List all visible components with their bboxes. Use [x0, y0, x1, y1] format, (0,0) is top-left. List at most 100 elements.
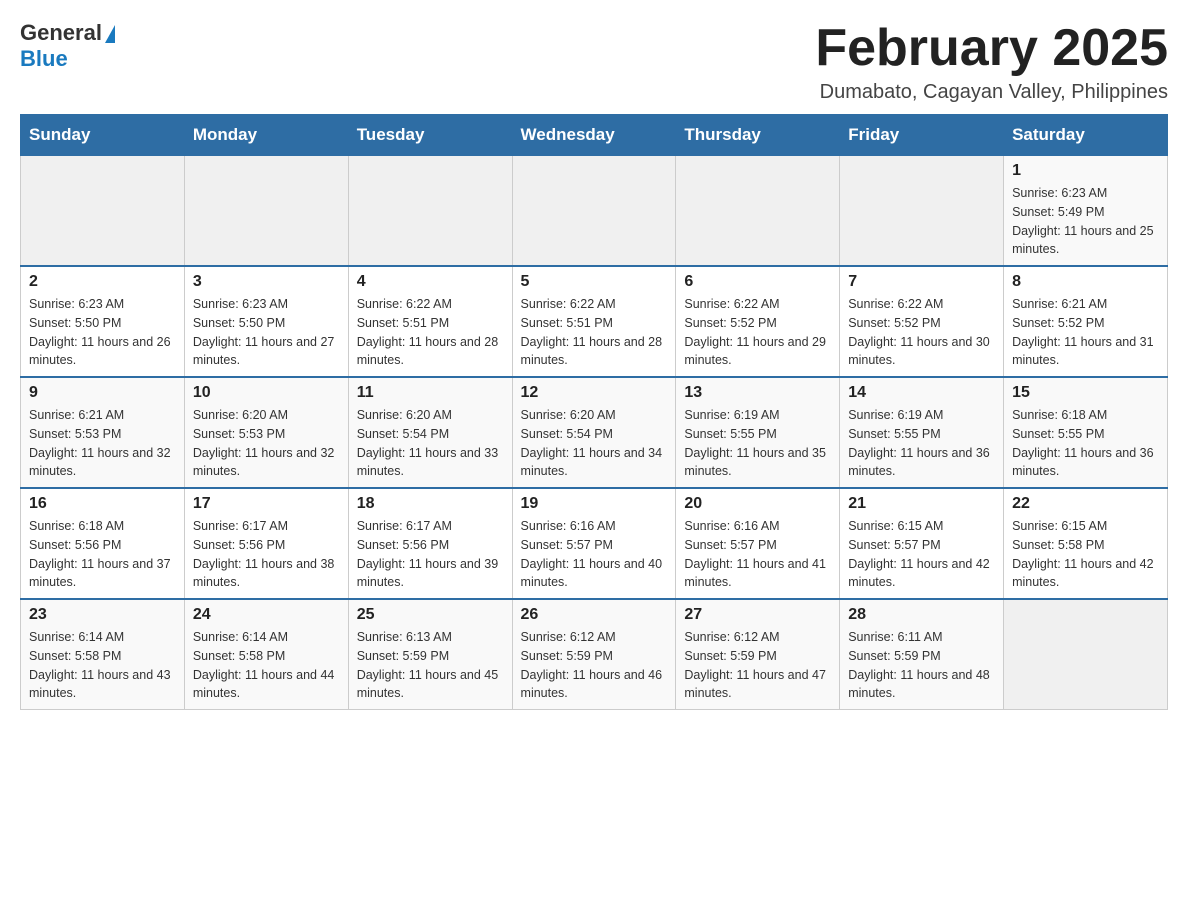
day-number: 5	[521, 273, 668, 291]
calendar-cell: 23 Sunrise: 6:14 AMSunset: 5:58 PMDayligh…	[21, 599, 185, 710]
calendar-cell: 4Sunrise: 6:22 AMSunset: 5:51 PMDaylight…	[348, 266, 512, 377]
calendar-cell: 20 Sunrise: 6:16 AMSunset: 5:57 PMDayligh…	[676, 488, 840, 599]
day-info: Sunrise: 6:15 AMSunset: 5:57 PMDaylight:…	[848, 517, 995, 592]
day-info: Sunrise: 6:22 AMSunset: 5:52 PMDaylight:…	[684, 295, 831, 370]
day-info: Sunrise: 6:16 AMSunset: 5:57 PMDaylight:…	[684, 517, 831, 592]
calendar-cell: 11 Sunrise: 6:20 AMSunset: 5:54 PMDayligh…	[348, 377, 512, 488]
calendar-cell: 3Sunrise: 6:23 AMSunset: 5:50 PMDaylight…	[184, 266, 348, 377]
week-row-3: 9 Sunrise: 6:21 AMSunset: 5:53 PMDaylight…	[21, 377, 1168, 488]
day-number: 14	[848, 384, 995, 402]
calendar-table: SundayMondayTuesdayWednesdayThursdayFrid…	[20, 114, 1168, 710]
day-number: 27	[684, 606, 831, 624]
calendar-cell: 21 Sunrise: 6:15 AMSunset: 5:57 PMDayligh…	[840, 488, 1004, 599]
calendar-cell: 25 Sunrise: 6:13 AMSunset: 5:59 PMDayligh…	[348, 599, 512, 710]
day-info: Sunrise: 6:18 AMSunset: 5:55 PMDaylight:…	[1012, 406, 1159, 481]
day-number: 26	[521, 606, 668, 624]
page-header: General Blue February 2025 Dumabato, Cag…	[20, 20, 1168, 104]
day-info: Sunrise: 6:19 AMSunset: 5:55 PMDaylight:…	[684, 406, 831, 481]
calendar-cell	[21, 156, 185, 267]
calendar-cell: 27 Sunrise: 6:12 AMSunset: 5:59 PMDayligh…	[676, 599, 840, 710]
week-row-4: 16 Sunrise: 6:18 AMSunset: 5:56 PMDayligh…	[21, 488, 1168, 599]
day-info: Sunrise: 6:21 AMSunset: 5:53 PMDaylight:…	[29, 406, 176, 481]
calendar-cell: 8 Sunrise: 6:21 AMSunset: 5:52 PMDaylight…	[1004, 266, 1168, 377]
title-block: February 2025 Dumabato, Cagayan Valley, …	[815, 20, 1168, 104]
calendar-body: 1 Sunrise: 6:23 AMSunset: 5:49 PMDaylight…	[21, 156, 1168, 710]
header-day-wednesday: Wednesday	[512, 115, 676, 156]
day-number: 3	[193, 273, 340, 291]
calendar-cell	[184, 156, 348, 267]
day-info: Sunrise: 6:17 AMSunset: 5:56 PMDaylight:…	[357, 517, 504, 592]
day-number: 24	[193, 606, 340, 624]
day-number: 23	[29, 606, 176, 624]
day-number: 13	[684, 384, 831, 402]
day-info: Sunrise: 6:14 AMSunset: 5:58 PMDaylight:…	[193, 628, 340, 703]
calendar-cell	[676, 156, 840, 267]
calendar-title: February 2025	[815, 20, 1168, 77]
calendar-header: SundayMondayTuesdayWednesdayThursdayFrid…	[21, 115, 1168, 156]
day-number: 12	[521, 384, 668, 402]
day-number: 1	[1012, 162, 1159, 180]
day-number: 15	[1012, 384, 1159, 402]
calendar-cell: 24 Sunrise: 6:14 AMSunset: 5:58 PMDayligh…	[184, 599, 348, 710]
calendar-cell	[1004, 599, 1168, 710]
logo-general-text: General	[20, 20, 102, 46]
location-subtitle: Dumabato, Cagayan Valley, Philippines	[815, 81, 1168, 104]
day-info: Sunrise: 6:21 AMSunset: 5:52 PMDaylight:…	[1012, 295, 1159, 370]
header-row: SundayMondayTuesdayWednesdayThursdayFrid…	[21, 115, 1168, 156]
day-number: 16	[29, 495, 176, 513]
day-number: 7	[848, 273, 995, 291]
day-info: Sunrise: 6:20 AMSunset: 5:53 PMDaylight:…	[193, 406, 340, 481]
day-number: 17	[193, 495, 340, 513]
header-day-thursday: Thursday	[676, 115, 840, 156]
calendar-cell: 1 Sunrise: 6:23 AMSunset: 5:49 PMDaylight…	[1004, 156, 1168, 267]
calendar-cell: 17Sunrise: 6:17 AMSunset: 5:56 PMDayligh…	[184, 488, 348, 599]
calendar-cell: 26 Sunrise: 6:12 AMSunset: 5:59 PMDayligh…	[512, 599, 676, 710]
day-number: 28	[848, 606, 995, 624]
calendar-cell: 16 Sunrise: 6:18 AMSunset: 5:56 PMDayligh…	[21, 488, 185, 599]
header-day-friday: Friday	[840, 115, 1004, 156]
header-day-tuesday: Tuesday	[348, 115, 512, 156]
logo: General Blue	[20, 20, 115, 72]
day-number: 20	[684, 495, 831, 513]
day-info: Sunrise: 6:18 AMSunset: 5:56 PMDaylight:…	[29, 517, 176, 592]
day-info: Sunrise: 6:16 AMSunset: 5:57 PMDaylight:…	[521, 517, 668, 592]
logo-blue-text: Blue	[20, 46, 68, 72]
calendar-cell	[512, 156, 676, 267]
day-info: Sunrise: 6:23 AMSunset: 5:49 PMDaylight:…	[1012, 184, 1159, 259]
calendar-cell: 18 Sunrise: 6:17 AMSunset: 5:56 PMDayligh…	[348, 488, 512, 599]
day-number: 6	[684, 273, 831, 291]
day-number: 8	[1012, 273, 1159, 291]
calendar-cell: 15 Sunrise: 6:18 AMSunset: 5:55 PMDayligh…	[1004, 377, 1168, 488]
day-info: Sunrise: 6:20 AMSunset: 5:54 PMDaylight:…	[521, 406, 668, 481]
calendar-cell: 6 Sunrise: 6:22 AMSunset: 5:52 PMDaylight…	[676, 266, 840, 377]
day-info: Sunrise: 6:22 AMSunset: 5:51 PMDaylight:…	[521, 295, 668, 370]
header-day-sunday: Sunday	[21, 115, 185, 156]
calendar-cell: 7 Sunrise: 6:22 AMSunset: 5:52 PMDaylight…	[840, 266, 1004, 377]
day-number: 9	[29, 384, 176, 402]
day-info: Sunrise: 6:14 AMSunset: 5:58 PMDaylight:…	[29, 628, 176, 703]
calendar-cell: 2 Sunrise: 6:23 AMSunset: 5:50 PMDaylight…	[21, 266, 185, 377]
day-number: 4	[357, 273, 504, 291]
day-info: Sunrise: 6:22 AMSunset: 5:52 PMDaylight:…	[848, 295, 995, 370]
day-number: 2	[29, 273, 176, 291]
day-number: 19	[521, 495, 668, 513]
day-info: Sunrise: 6:12 AMSunset: 5:59 PMDaylight:…	[684, 628, 831, 703]
calendar-cell: 5 Sunrise: 6:22 AMSunset: 5:51 PMDaylight…	[512, 266, 676, 377]
day-info: Sunrise: 6:20 AMSunset: 5:54 PMDaylight:…	[357, 406, 504, 481]
calendar-cell: 12 Sunrise: 6:20 AMSunset: 5:54 PMDayligh…	[512, 377, 676, 488]
day-number: 21	[848, 495, 995, 513]
calendar-cell: 9 Sunrise: 6:21 AMSunset: 5:53 PMDaylight…	[21, 377, 185, 488]
calendar-cell: 28Sunrise: 6:11 AMSunset: 5:59 PMDayligh…	[840, 599, 1004, 710]
calendar-cell: 13 Sunrise: 6:19 AMSunset: 5:55 PMDayligh…	[676, 377, 840, 488]
day-number: 11	[357, 384, 504, 402]
week-row-2: 2 Sunrise: 6:23 AMSunset: 5:50 PMDaylight…	[21, 266, 1168, 377]
day-number: 18	[357, 495, 504, 513]
day-info: Sunrise: 6:23 AMSunset: 5:50 PMDaylight:…	[29, 295, 176, 370]
header-day-saturday: Saturday	[1004, 115, 1168, 156]
calendar-cell: 19 Sunrise: 6:16 AMSunset: 5:57 PMDayligh…	[512, 488, 676, 599]
week-row-5: 23 Sunrise: 6:14 AMSunset: 5:58 PMDayligh…	[21, 599, 1168, 710]
day-number: 25	[357, 606, 504, 624]
day-info: Sunrise: 6:12 AMSunset: 5:59 PMDaylight:…	[521, 628, 668, 703]
day-number: 22	[1012, 495, 1159, 513]
day-info: Sunrise: 6:13 AMSunset: 5:59 PMDaylight:…	[357, 628, 504, 703]
